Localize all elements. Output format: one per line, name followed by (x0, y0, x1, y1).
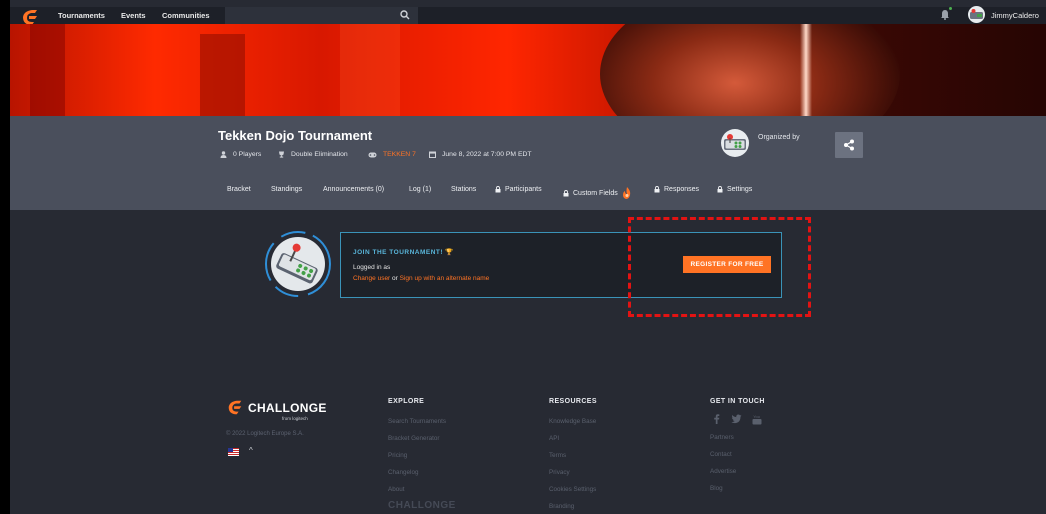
footer-watermark-logo: CHALLONGE (388, 500, 456, 511)
brand-subtitle: from logitech (282, 416, 308, 421)
footer-link[interactable]: Cookies Settings (549, 486, 596, 493)
nav-tournaments[interactable]: Tournaments (58, 7, 105, 24)
tournament-header: Tekken Dojo Tournament 0 Players Double … (10, 116, 1046, 210)
footer-link[interactable]: Advertise (710, 468, 736, 475)
tournament-banner-image (10, 24, 1046, 116)
footer-link[interactable]: Branding (549, 503, 574, 510)
footer-link[interactable]: Privacy (549, 469, 570, 476)
footer-explore-title: EXPLORE (388, 398, 425, 405)
alternate-name-link[interactable]: Sign up with an alternate name (400, 275, 490, 282)
nav-events[interactable]: Events (121, 7, 146, 24)
date-meta: June 8, 2022 at 7:00 PM EDT (429, 151, 532, 158)
lock-icon (495, 186, 501, 193)
browser-viewport: Tournaments Events Communities JimmyCald… (10, 0, 1046, 514)
tab-responses[interactable]: Responses (654, 186, 699, 193)
footer-link[interactable]: Bracket Generator (388, 435, 439, 442)
tab-bracket[interactable]: Bracket (227, 186, 251, 193)
tab-announcements[interactable]: Announcements (0) (323, 186, 384, 193)
join-title: JOIN THE TOURNAMENT! 🏆 (353, 249, 454, 256)
footer-link[interactable]: Terms (549, 452, 566, 459)
organized-by-label: Organized by (758, 134, 800, 141)
share-icon (844, 139, 854, 151)
tournament-tabs: Bracket Standings Announcements (0) Log … (10, 186, 1046, 200)
search-input[interactable] (225, 7, 418, 24)
lock-icon (654, 186, 660, 193)
footer-contact-title: GET IN TOUCH (710, 398, 765, 405)
tab-settings[interactable]: Settings (717, 186, 752, 193)
notification-dot (949, 7, 952, 10)
game-meta[interactable]: TEKKEN 7 (368, 151, 416, 158)
account-links: Change user or Sign up with an alternate… (353, 275, 490, 282)
tab-stations[interactable]: Stations (451, 186, 476, 193)
footer-link[interactable]: Contact (710, 451, 732, 458)
logged-in-text: Logged in as (353, 264, 391, 271)
nav-communities[interactable]: Communities (162, 7, 210, 24)
footer-link[interactable]: Partners (710, 434, 734, 441)
tournament-title: Tekken Dojo Tournament (218, 128, 373, 143)
twitter-icon[interactable] (731, 414, 742, 424)
tab-standings[interactable]: Standings (271, 186, 302, 193)
footer-brand[interactable]: CHALLONGE (226, 399, 327, 417)
footer-link[interactable]: Changelog (388, 469, 418, 476)
calendar-icon (429, 151, 436, 158)
youtube-icon[interactable]: You (752, 414, 762, 425)
footer-link[interactable]: Blog (710, 485, 723, 492)
notification-bell-icon[interactable] (940, 9, 950, 20)
challonge-logo-icon (228, 400, 242, 415)
facebook-icon[interactable] (713, 414, 720, 424)
flame-badge-icon (622, 187, 630, 199)
lock-icon (717, 186, 723, 193)
footer-resources-title: RESOURCES (549, 398, 597, 405)
players-meta: 0 Players (220, 151, 261, 158)
us-flag-icon[interactable] (228, 448, 239, 456)
copyright-text: © 2022 Logitech Europe S.A. (226, 431, 304, 437)
footer-link[interactable]: Pricing (388, 452, 407, 459)
svg-text:You: You (753, 414, 760, 419)
change-user-link[interactable]: Change user (353, 275, 390, 282)
lock-icon (563, 189, 569, 196)
arcade-stick-badge-icon (264, 230, 332, 298)
tab-participants[interactable]: Participants (495, 186, 542, 193)
user-icon (220, 151, 227, 158)
gamepad-icon (368, 152, 377, 157)
search-icon[interactable] (400, 10, 410, 20)
format-meta: Double Elimination (278, 151, 348, 158)
tab-custom-fields[interactable]: Custom Fields (563, 186, 633, 200)
footer-link[interactable]: API (549, 435, 559, 442)
username-link[interactable]: JimmyCaldero (991, 7, 1039, 24)
trophy-icon (279, 151, 284, 158)
highlight-annotation-box (628, 217, 811, 317)
footer-link[interactable]: About (388, 486, 404, 493)
tab-log[interactable]: Log (1) (409, 186, 431, 193)
chevron-up-icon[interactable]: ^ (249, 446, 253, 455)
footer-link[interactable]: Knowledge Base (549, 418, 596, 425)
share-button[interactable] (835, 132, 863, 158)
footer-link[interactable]: Search Tournaments (388, 418, 446, 425)
organizer-avatar[interactable] (721, 129, 749, 157)
user-avatar[interactable] (968, 6, 985, 23)
